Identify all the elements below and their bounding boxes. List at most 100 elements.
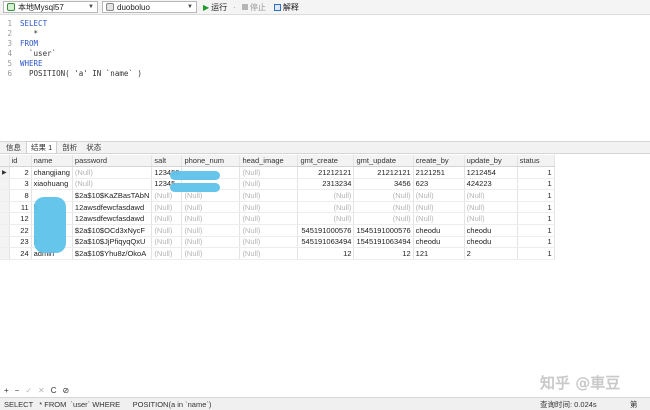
cell-status[interactable]: 1 [517,236,555,249]
column-header[interactable]: id [9,155,32,168]
cell-gmt-create[interactable]: 2313234 [297,178,355,191]
cell-password[interactable]: 12awsdfewcfasdawd [72,201,153,214]
cell-update-by[interactable]: (Null) [464,201,518,214]
cell-create-by[interactable]: 623 [413,178,465,191]
cell-id[interactable]: 24 [9,247,32,260]
cell-id[interactable]: 2 [9,166,32,179]
cell-head-image[interactable]: (Null) [239,224,299,237]
cell-id[interactable]: 8 [9,189,32,202]
cell-id[interactable]: 11 [9,201,32,214]
cell-phone-num[interactable]: (Null) [181,201,241,214]
table-row[interactable]: 11 h 12awsdfewcfasdawd (Null) (Null) (Nu… [0,201,555,214]
cell-status[interactable]: 1 [517,201,555,214]
cell-create-by[interactable]: (Null) [413,189,465,202]
cell-gmt-update[interactable]: 21212121 [353,166,414,179]
apply-changes-button[interactable]: ✓ [25,386,32,395]
cell-gmt-update[interactable]: 12 [353,247,414,260]
cell-create-by[interactable]: 2121251 [413,166,465,179]
cell-password[interactable]: $2a$10$KaZBasTAbN [72,189,153,202]
table-row[interactable]: ▶ 2 changjiang (Null) 123456 (Null) 2121… [0,166,555,179]
database-select[interactable]: duoboluo ▼ [102,1,197,13]
cell-gmt-update[interactable]: 1545191063494 [353,236,414,249]
cell-head-image[interactable]: (Null) [239,212,299,226]
cell-status[interactable]: 1 [517,189,555,202]
discard-changes-button[interactable]: ✕ [38,386,45,395]
cell-head-image[interactable]: (Null) [239,189,299,202]
cell-id[interactable]: 22 [9,224,32,237]
cell-id[interactable]: 23 [9,236,32,249]
cell-update-by[interactable]: cheodu [464,236,518,249]
cell-salt[interactable]: (Null) [151,247,183,260]
cell-head-image[interactable]: (Null) [239,236,299,249]
table-row[interactable]: 12 12awsdfewcfasdawd (Null) (Null) (Null… [0,212,555,226]
table-row[interactable]: 23 h $2a$10$JjPfiqyqQxU (Null) (Null) (N… [0,236,555,249]
cell-status[interactable]: 1 [517,212,555,226]
cell-create-by[interactable]: (Null) [413,212,465,226]
tab-profile[interactable]: 剖析 [58,141,81,153]
cell-gmt-create[interactable]: 545191063494 [297,236,355,249]
table-row[interactable]: 3 xiaohuang (Null) 12345 (Null) 2313234 … [0,178,555,191]
column-header[interactable]: name [31,155,73,168]
cell-head-image[interactable]: (Null) [239,201,299,214]
stop-button[interactable]: 停止 [240,2,268,13]
cell-gmt-create[interactable]: (Null) [297,201,355,214]
cell-password[interactable]: $2a$10$JjPfiqyqQxU [72,236,153,249]
sql-editor[interactable]: 1 SELECT 2 * 3 FROM 4 `user` 5 WHERE 6 P… [0,16,650,140]
cell-create-by[interactable]: cheodu [413,224,465,237]
table-row[interactable]: 24 admin $2a$10$Yhu8z/OkoA (Null) (Null)… [0,247,555,260]
table-row[interactable]: 8 $2a$10$KaZBasTAbN (Null) (Null) (Null)… [0,189,555,202]
cell-update-by[interactable]: (Null) [464,189,518,202]
cell-phone-num[interactable]: (Null) [181,224,241,237]
tab-info[interactable]: 信息 [2,141,25,153]
cell-head-image[interactable]: (Null) [239,166,299,179]
cell-create-by[interactable]: 121 [413,247,465,260]
cell-gmt-create[interactable]: (Null) [297,212,355,226]
cell-update-by[interactable]: 424223 [464,178,518,191]
cell-password[interactable]: $2a$10$OCd3xNycF [72,224,153,237]
cell-id[interactable]: 3 [9,178,32,191]
cell-password[interactable]: 12awsdfewcfasdawd [72,212,153,226]
cell-password[interactable]: (Null) [72,166,153,179]
cell-phone-num[interactable]: (Null) [181,247,241,260]
column-header[interactable]: gmt_update [353,155,414,168]
cell-status[interactable]: 1 [517,224,555,237]
refresh-button[interactable]: C [51,386,57,395]
cell-status[interactable]: 1 [517,166,555,179]
run-button[interactable]: ▶ 运行 [201,2,229,13]
cell-gmt-update[interactable]: (Null) [353,201,414,214]
cell-salt[interactable]: (Null) [151,212,183,226]
cell-salt[interactable]: (Null) [151,224,183,237]
column-header[interactable]: password [72,155,153,168]
result-grid[interactable]: id name password salt phone_num head_ima… [0,155,650,384]
add-row-button[interactable]: + [4,386,9,395]
column-header[interactable]: head_image [239,155,299,168]
cell-salt[interactable]: (Null) [151,201,183,214]
column-header[interactable]: phone_num [181,155,241,168]
cell-id[interactable]: 12 [9,212,32,226]
cell-status[interactable]: 1 [517,247,555,260]
cell-status[interactable]: 1 [517,178,555,191]
cell-salt[interactable]: (Null) [151,236,183,249]
cell-gmt-update[interactable]: 1545191000576 [353,224,414,237]
cell-phone-num[interactable]: (Null) [181,236,241,249]
cell-gmt-update[interactable]: (Null) [353,212,414,226]
cell-create-by[interactable]: (Null) [413,201,465,214]
cell-gmt-update[interactable]: (Null) [353,189,414,202]
delete-row-button[interactable]: − [15,386,20,395]
cell-name[interactable]: xiaohuang [31,178,73,191]
connection-select[interactable]: 本地Mysql57 ▼ [3,1,98,13]
cell-update-by[interactable]: (Null) [464,212,518,226]
cell-head-image[interactable]: (Null) [239,247,299,260]
table-row[interactable]: 22 $2a$10$OCd3xNycF (Null) (Null) (Null)… [0,224,555,237]
cell-gmt-create[interactable]: 12 [297,247,355,260]
cell-gmt-create[interactable]: (Null) [297,189,355,202]
cell-gmt-create[interactable]: 545191000576 [297,224,355,237]
column-header[interactable]: gmt_create [297,155,355,168]
cell-password[interactable]: (Null) [72,178,153,191]
cell-head-image[interactable]: (Null) [239,178,299,191]
column-header[interactable]: status [517,155,555,168]
cell-gmt-update[interactable]: 3456 [353,178,414,191]
column-header[interactable]: update_by [464,155,518,168]
cell-create-by[interactable]: cheodu [413,236,465,249]
cell-update-by[interactable]: 2 [464,247,518,260]
